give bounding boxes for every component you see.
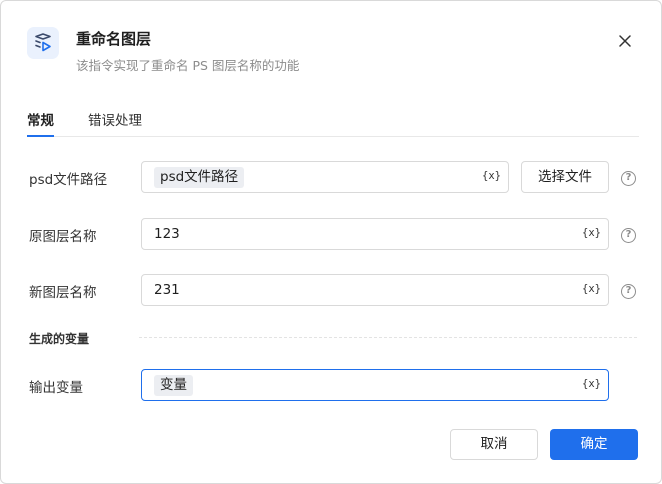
section-divider xyxy=(139,337,637,338)
new-layer-name-label: 新图层名称 xyxy=(29,285,97,301)
new-layer-name-input[interactable]: 231 {x} xyxy=(141,274,609,306)
choose-file-button[interactable]: 选择文件 xyxy=(521,161,609,193)
old-layer-name-label: 原图层名称 xyxy=(29,229,97,245)
psd-path-label: psd文件路径 xyxy=(29,172,108,188)
dialog-title: 重命名图层 xyxy=(76,30,152,48)
question-circle-icon[interactable]: ? xyxy=(621,171,636,186)
question-circle-icon[interactable]: ? xyxy=(621,228,636,243)
output-variable-chip[interactable]: 变量 xyxy=(154,375,193,396)
psd-path-input[interactable]: psd文件路径 {x} xyxy=(141,161,509,193)
tab-error-handling[interactable]: 错误处理 xyxy=(88,109,142,136)
confirm-button[interactable]: 确定 xyxy=(550,429,638,460)
output-variable-input[interactable]: 变量 {x} xyxy=(141,369,609,401)
old-layer-name-value: 123 xyxy=(154,226,180,242)
tab-general[interactable]: 常规 xyxy=(27,109,54,137)
new-layer-name-value: 231 xyxy=(154,282,180,298)
generated-variables-title: 生成的变量 xyxy=(29,332,90,346)
insert-variable-icon[interactable]: {x} xyxy=(482,170,501,182)
dialog-subtitle: 该指令实现了重命名 PS 图层名称的功能 xyxy=(76,58,300,73)
psd-path-variable-chip[interactable]: psd文件路径 xyxy=(154,167,245,188)
insert-variable-icon[interactable]: {x} xyxy=(582,227,601,239)
cancel-button[interactable]: 取消 xyxy=(450,429,538,460)
insert-variable-icon[interactable]: {x} xyxy=(582,283,601,295)
old-layer-name-input[interactable]: 123 {x} xyxy=(141,218,609,250)
output-variable-label: 输出变量 xyxy=(29,380,83,396)
question-circle-icon[interactable]: ? xyxy=(621,284,636,299)
close-icon[interactable] xyxy=(615,31,635,51)
rename-layer-dialog: 重命名图层 该指令实现了重命名 PS 图层名称的功能 常规 错误处理 psd文件… xyxy=(0,0,662,484)
tab-bar: 常规 错误处理 xyxy=(27,109,639,137)
insert-variable-icon[interactable]: {x} xyxy=(582,378,601,390)
layers-play-icon xyxy=(27,27,59,59)
